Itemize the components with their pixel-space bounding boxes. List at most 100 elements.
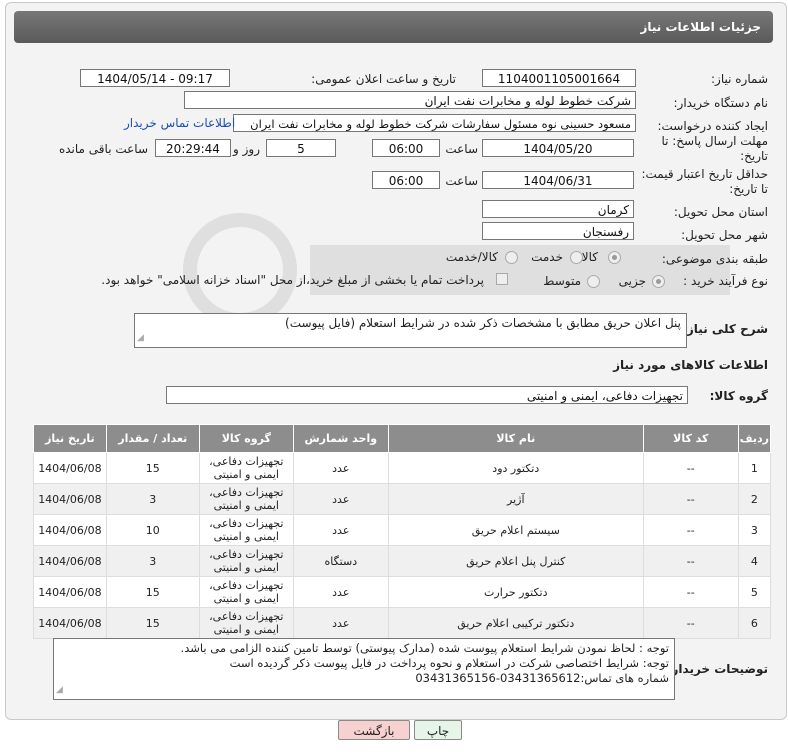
cell-quantity: 15 bbox=[105, 576, 200, 608]
days-label: روز و bbox=[233, 142, 260, 156]
cell-quantity: 15 bbox=[105, 452, 200, 484]
col-quantity: تعداد / مقدار bbox=[105, 424, 200, 453]
description-textarea[interactable]: پنل اعلان حریق مطابق با مشخصات ذکر شده د… bbox=[134, 313, 687, 348]
cell-code: -- bbox=[642, 576, 739, 608]
days-field[interactable]: 5 bbox=[266, 139, 336, 157]
goods-table-header: ردیف کد کالا نام کالا واحد شمارش گروه کا… bbox=[33, 424, 772, 453]
cell-date: 1404/06/08 bbox=[33, 576, 107, 608]
cell-group: تجهیزات دفاعی، ایمنی و امنیتی bbox=[198, 514, 294, 546]
province-field[interactable]: کرمان bbox=[482, 200, 634, 218]
cell-unit: عدد bbox=[292, 514, 389, 546]
buyer-contact-link[interactable]: اطلاعات تماس خریدار bbox=[124, 116, 235, 130]
deadline-time-field[interactable]: 06:00 bbox=[372, 139, 440, 157]
resize-grip-icon[interactable]: ◢ bbox=[137, 331, 144, 346]
description-label: شرح کلی نیاز: bbox=[682, 322, 768, 336]
validity-date-field[interactable]: 1404/06/31 bbox=[482, 171, 634, 189]
cell-date: 1404/06/08 bbox=[33, 514, 107, 546]
process-label: نوع فرآیند خرید : bbox=[683, 274, 768, 288]
cell-name: دتکتور حرارت bbox=[387, 576, 644, 608]
cell-quantity: 3 bbox=[105, 483, 200, 515]
col-code: کد کالا bbox=[642, 424, 739, 453]
cell-code: -- bbox=[642, 514, 739, 546]
col-name: نام کالا bbox=[387, 424, 644, 453]
goods-section-title: اطلاعات کالاهای مورد نیاز bbox=[613, 358, 768, 372]
table-row: 6 -- دتکتور ترکیبی اعلام حریق عدد تجهیزا… bbox=[33, 607, 772, 639]
cell-group: تجهیزات دفاعی، ایمنی و امنیتی bbox=[198, 452, 294, 484]
cell-row: 5 bbox=[737, 576, 772, 608]
description-text: پنل اعلان حریق مطابق با مشخصات ذکر شده د… bbox=[285, 316, 681, 330]
need-number-field[interactable]: 1104001105001664 bbox=[482, 69, 636, 87]
category-radio-service[interactable] bbox=[570, 251, 583, 264]
city-field[interactable]: رفسنجان bbox=[482, 222, 634, 240]
cell-group: تجهیزات دفاعی، ایمنی و امنیتی bbox=[198, 576, 294, 608]
cell-name: کنترل پنل اعلام حریق bbox=[387, 545, 644, 577]
process-option-minor: جزیی bbox=[618, 274, 646, 288]
cell-name: دتکتور ترکیبی اعلام حریق bbox=[387, 607, 644, 639]
cell-code: -- bbox=[642, 607, 739, 639]
category-label: طبقه بندی موضوعی: bbox=[661, 252, 768, 266]
process-radio-medium[interactable] bbox=[587, 275, 600, 288]
cell-date: 1404/06/08 bbox=[33, 545, 107, 577]
page-header: جزئیات اطلاعات نیاز bbox=[14, 11, 773, 43]
cell-name: دتکتور دود bbox=[387, 452, 644, 484]
category-radio-goods[interactable] bbox=[608, 251, 621, 264]
city-label: شهر محل تحویل: bbox=[681, 228, 768, 242]
resize-grip-icon[interactable]: ◢ bbox=[56, 683, 63, 698]
process-radio-minor[interactable] bbox=[652, 275, 665, 288]
creator-label: ایجاد کننده درخواست: bbox=[657, 119, 768, 133]
cell-row: 1 bbox=[737, 452, 772, 484]
col-group: گروه کالا bbox=[198, 424, 294, 453]
buyer-field[interactable]: شرکت خطوط لوله و مخابرات نفت ایران bbox=[184, 91, 636, 109]
notes-textarea[interactable]: توجه : لحاظ نمودن شرایط استعلام پیوست شد… bbox=[53, 638, 675, 700]
announce-field[interactable]: 1404/05/14 - 09:17 bbox=[80, 69, 230, 87]
category-radio-goods-service[interactable] bbox=[505, 251, 518, 264]
process-option-medium: متوسط bbox=[543, 274, 581, 288]
notes-label: توضیحات خریدار: bbox=[666, 662, 768, 676]
table-row: 2 -- آژیر عدد تجهیزات دفاعی، ایمنی و امن… bbox=[33, 483, 772, 515]
deadline-time-label: ساعت bbox=[445, 142, 478, 156]
creator-field[interactable]: مسعود حسینی نوه مسئول سفارشات شرکت خطوط … bbox=[233, 114, 636, 132]
remaining-label: ساعت باقی مانده bbox=[58, 142, 148, 156]
goods-group-field[interactable]: تجهیزات دفاعی، ایمنی و امنیتی bbox=[166, 386, 688, 404]
cell-date: 1404/06/08 bbox=[33, 483, 107, 515]
print-button[interactable]: چاپ bbox=[414, 720, 462, 740]
cell-quantity: 10 bbox=[105, 514, 200, 546]
back-button[interactable]: بازگشت bbox=[338, 720, 410, 740]
remaining-field[interactable]: 20:29:44 bbox=[155, 139, 231, 157]
cell-code: -- bbox=[642, 545, 739, 577]
announce-label: تاریخ و ساعت اعلان عمومی: bbox=[311, 72, 456, 86]
table-row: 1 -- دتکتور دود عدد تجهیزات دفاعی، ایمنی… bbox=[33, 452, 772, 484]
validity-time-label: ساعت bbox=[445, 174, 478, 188]
cell-unit: دستگاه bbox=[292, 545, 389, 577]
cell-date: 1404/06/08 bbox=[33, 452, 107, 484]
validity-label: حداقل تاریخ اعتبار قیمت: تا تاریخ: bbox=[641, 167, 768, 196]
category-option-service: خدمت bbox=[531, 250, 563, 264]
need-number-label: شماره نیاز: bbox=[711, 72, 768, 86]
cell-group: تجهیزات دفاعی، ایمنی و امنیتی bbox=[198, 483, 294, 515]
notes-line: شماره های تماس:03431365612-03431365156 bbox=[415, 671, 669, 685]
deadline-date-field[interactable]: 1404/05/20 bbox=[482, 139, 634, 157]
cell-quantity: 3 bbox=[105, 545, 200, 577]
cell-name: آژیر bbox=[387, 483, 644, 515]
cell-group: تجهیزات دفاعی، ایمنی و امنیتی bbox=[198, 607, 294, 639]
cell-code: -- bbox=[642, 483, 739, 515]
cell-name: سیستم اعلام حریق bbox=[387, 514, 644, 546]
table-row: 4 -- کنترل پنل اعلام حریق دستگاه تجهیزات… bbox=[33, 545, 772, 577]
table-row: 5 -- دتکتور حرارت عدد تجهیزات دفاعی، ایم… bbox=[33, 576, 772, 608]
cell-row: 6 bbox=[737, 607, 772, 639]
validity-time-field[interactable]: 06:00 bbox=[372, 171, 440, 189]
cell-row: 2 bbox=[737, 483, 772, 515]
cell-unit: عدد bbox=[292, 607, 389, 639]
buyer-label: نام دستگاه خریدار: bbox=[673, 96, 769, 110]
cell-unit: عدد bbox=[292, 576, 389, 608]
cell-row: 4 bbox=[737, 545, 772, 577]
deadline-label: مهلت ارسال پاسخ: تا تاریخ: bbox=[661, 134, 768, 163]
col-date: تاریخ نیاز bbox=[33, 424, 107, 453]
category-option-goods: کالا bbox=[581, 250, 598, 264]
treasury-payment-checkbox[interactable] bbox=[496, 273, 508, 285]
col-row: ردیف bbox=[737, 424, 772, 453]
notes-line: توجه: شرایط اختصاصی شرکت در استعلام و نح… bbox=[229, 656, 669, 670]
cell-group: تجهیزات دفاعی، ایمنی و امنیتی bbox=[198, 545, 294, 577]
goods-group-label: گروه کالا: bbox=[709, 389, 768, 403]
col-unit: واحد شمارش bbox=[292, 424, 389, 453]
